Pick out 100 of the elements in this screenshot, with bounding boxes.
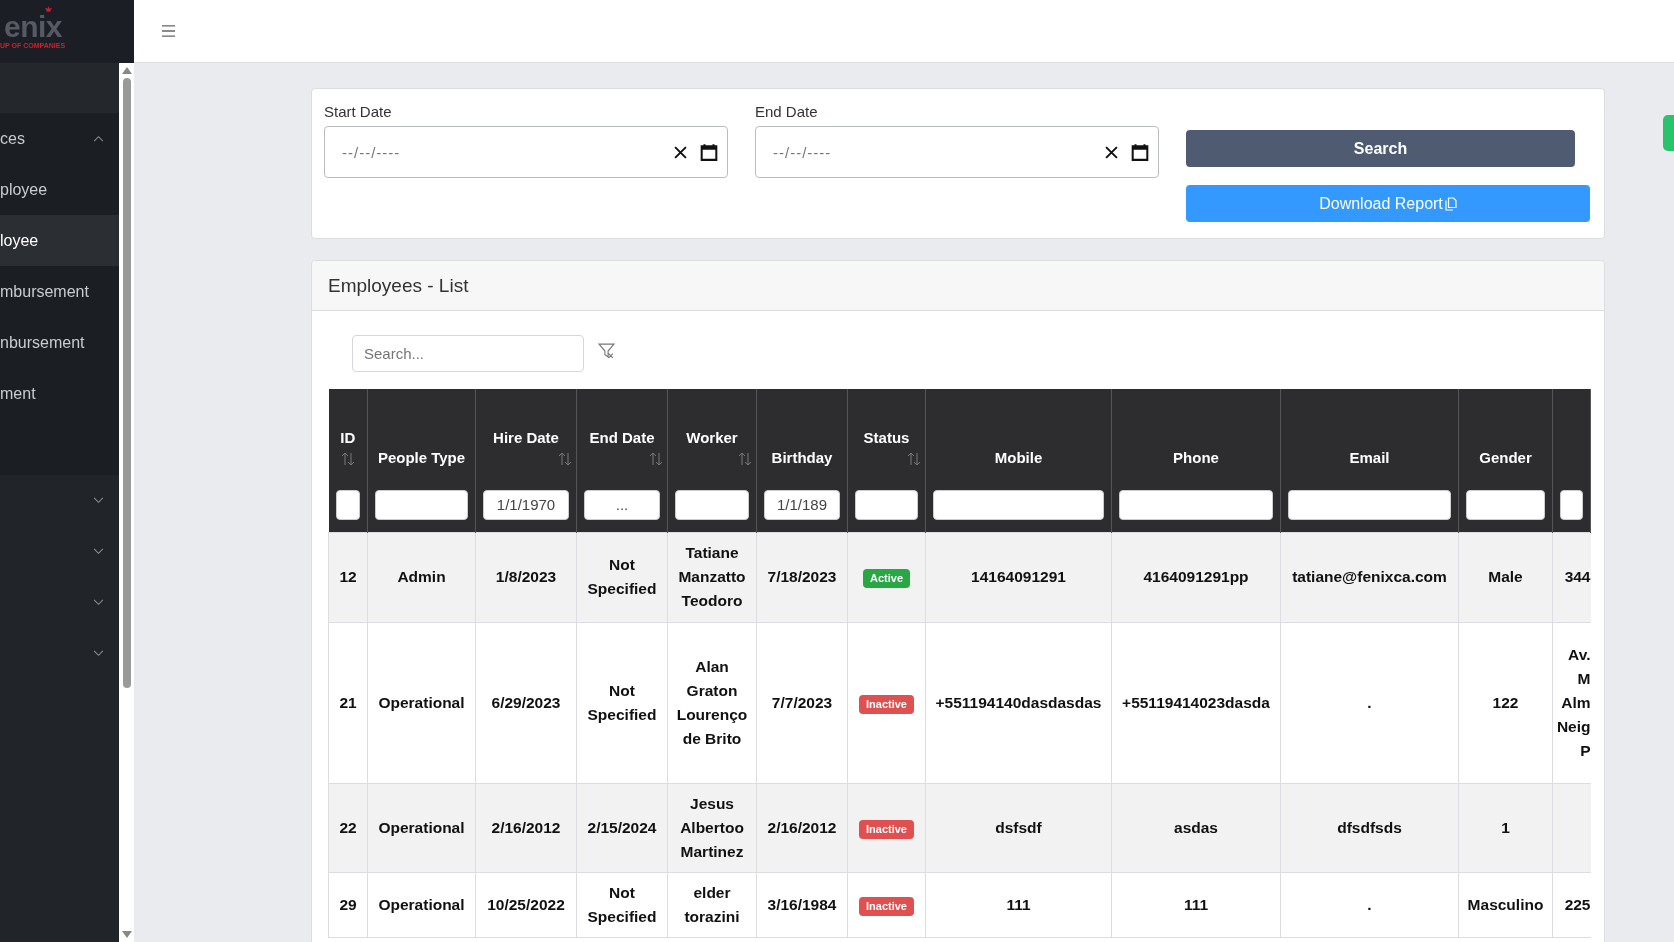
table-cell: 122	[1492, 693, 1519, 711]
column-header[interactable]: Status	[852, 426, 921, 450]
chevron-up-icon	[93, 135, 104, 142]
filter-icon[interactable]	[598, 342, 615, 359]
table-cell: 10/25/2022	[487, 895, 565, 913]
column-header[interactable]: Mobile	[930, 446, 1107, 470]
table-cell: 14164091291	[971, 568, 1066, 585]
status-badge: Inactive	[859, 694, 914, 714]
menu-icon[interactable]	[161, 24, 176, 38]
table-cell: 3/16/1984	[767, 895, 837, 913]
status-badge: Inactive	[859, 819, 914, 839]
table-cell: Admin	[397, 568, 446, 585]
clear-icon[interactable]	[674, 145, 687, 159]
sort-icon[interactable]	[907, 452, 921, 466]
table-cell: 344	[1564, 568, 1591, 585]
table-cell: elder torazini	[684, 883, 740, 925]
table-cell: 2/15/2024	[587, 818, 657, 836]
table-cell: 225	[1564, 895, 1591, 913]
table-cell: +551194140dasdasdas	[935, 693, 1102, 711]
column-header[interactable]: Email	[1285, 446, 1454, 470]
table-cell: 7/7/2023	[771, 693, 833, 711]
column-header[interactable]: Phone	[1116, 446, 1276, 470]
chevron-down-icon	[93, 497, 104, 504]
table-cell: asdas	[1174, 818, 1218, 836]
table-cell: 4164091291pp	[1143, 568, 1249, 585]
search-field[interactable]: Search...	[352, 335, 584, 372]
table-cell: dsfsdf	[995, 818, 1042, 836]
sort-icon[interactable]	[340, 452, 355, 466]
table-cell: 6/29/2023	[491, 693, 561, 711]
filter-field[interactable]	[375, 489, 468, 520]
date-field[interactable]: --/--/----	[324, 126, 728, 178]
table-cell: Not Specified	[587, 556, 657, 597]
copy-icon	[1444, 196, 1457, 211]
filter-field[interactable]	[1466, 489, 1545, 520]
scrollbar[interactable]	[119, 63, 134, 942]
column-header[interactable]: End Date	[581, 426, 663, 450]
table-cell: 2/16/2012	[767, 818, 837, 836]
table-cell: 7/18/2023	[767, 568, 837, 585]
column-header[interactable]: Gender	[1463, 446, 1548, 470]
filter-field[interactable]	[855, 489, 918, 520]
column-header[interactable]: Birthday	[761, 446, 843, 470]
table-cell: 1	[1501, 818, 1510, 836]
calendar-icon[interactable]	[700, 143, 718, 161]
filter-field[interactable]	[1560, 489, 1583, 520]
sidebar-item[interactable]: ces	[0, 113, 119, 164]
clear-icon[interactable]	[1105, 145, 1118, 159]
column-header[interactable]: People Type	[372, 446, 471, 470]
filter-field[interactable]	[675, 489, 749, 520]
table-cell: 1/8/2023	[495, 568, 557, 585]
table-cell: Masculino	[1467, 895, 1544, 913]
status-badge: Active	[863, 569, 910, 588]
sidebar-subitem[interactable]: loyee	[0, 215, 119, 266]
table-cell: +55119414023dasda	[1122, 693, 1270, 711]
table-cell: Operational	[378, 895, 465, 913]
filter-field[interactable]: 1/1/1970	[483, 489, 569, 520]
table-cell: Male	[1488, 568, 1523, 585]
table-cell: Alan Graton Lourenço de Brito	[676, 657, 748, 747]
sidebar-subitem[interactable]: mbursement	[0, 266, 119, 317]
table-cell: dfsdfsds	[1337, 818, 1402, 836]
chevron-down-icon	[93, 650, 104, 657]
table-cell: Not Specified	[587, 681, 657, 723]
chevron-down-icon	[93, 548, 104, 555]
filter-field[interactable]	[1119, 489, 1273, 520]
table-cell: 12	[339, 568, 357, 585]
table-cell: 21	[339, 693, 357, 711]
table-cell: Jesus Albertoo Martinez	[680, 794, 744, 860]
filter-field[interactable]	[1288, 489, 1451, 520]
table-cell: .	[1367, 895, 1372, 913]
table-cell: tatiane@fenixca.com	[1292, 568, 1447, 585]
filter-field[interactable]	[933, 489, 1104, 520]
table-cell: 111	[1183, 895, 1209, 913]
sidebar-subitem[interactable]: nbursement	[0, 317, 119, 368]
table-cell: Not Specified	[587, 883, 657, 925]
sort-icon[interactable]	[649, 452, 663, 466]
search-button[interactable]: Search	[1186, 130, 1575, 167]
table-cell: 2/16/2012	[491, 818, 561, 836]
sort-icon[interactable]	[558, 452, 572, 466]
column-header[interactable]: ID	[332, 426, 363, 450]
filter-field[interactable]: ...	[584, 489, 660, 520]
date-field[interactable]: --/--/----	[755, 126, 1159, 178]
calendar-icon[interactable]	[1131, 143, 1149, 161]
chevron-down-icon	[93, 599, 104, 606]
field-label: End Date	[755, 103, 819, 120]
table-cell: 111	[1006, 895, 1031, 913]
table-cell: 22	[339, 818, 357, 836]
sort-icon[interactable]	[738, 452, 752, 466]
table-cell: Av. M Alm Neig P	[1556, 645, 1591, 759]
sidebar-subitem[interactable]: ment	[0, 368, 119, 419]
status-badge: Inactive	[859, 896, 914, 916]
table-cell: Tatiane Manzatto Teodoro	[678, 544, 746, 609]
table-cell: 29	[339, 895, 357, 913]
filter-field[interactable]	[335, 489, 360, 520]
table-cell: Operational	[378, 693, 465, 711]
filter-field[interactable]: 1/1/189	[764, 489, 840, 520]
table-cell: Operational	[378, 818, 465, 836]
column-header[interactable]: Worker	[672, 426, 752, 450]
sidebar-subitem[interactable]: ployee	[0, 164, 119, 215]
table-cell: .	[1367, 693, 1372, 711]
column-header[interactable]: Hire Date	[480, 426, 572, 450]
card-title: Employees - List	[328, 274, 469, 297]
